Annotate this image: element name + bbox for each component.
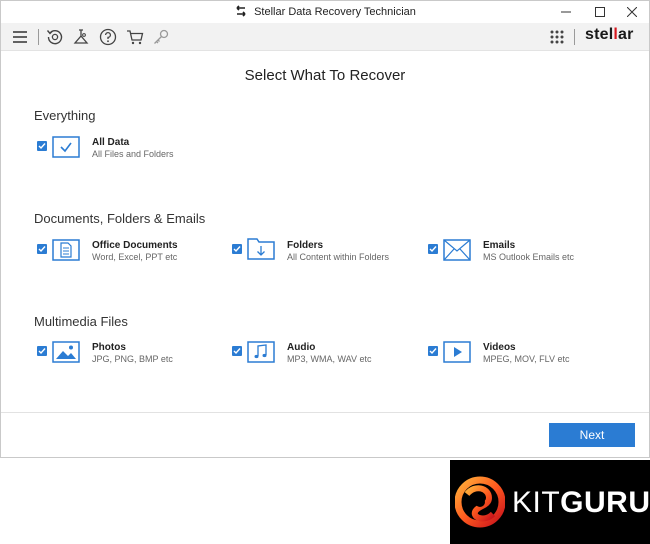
option-description: MP3, WMA, WAV etc	[287, 354, 372, 364]
close-icon	[627, 7, 637, 17]
videos-checkbox[interactable]	[428, 346, 438, 356]
option-videos[interactable]: Videos MPEG, MOV, FLV etc	[428, 341, 608, 371]
footer-divider	[1, 412, 649, 413]
key-icon	[154, 29, 169, 44]
close-button[interactable]	[615, 1, 649, 23]
kitguru-logo-icon	[455, 476, 505, 528]
video-icon	[443, 341, 473, 363]
toolbar-separator	[38, 29, 39, 45]
app-window: Stellar Data Recovery Technician stellar…	[0, 0, 650, 458]
option-all-data[interactable]: All Data All Files and Folders	[37, 136, 197, 166]
help-button[interactable]	[98, 27, 118, 47]
window-title: Stellar Data Recovery Technician	[254, 6, 416, 18]
maximize-icon	[595, 7, 605, 17]
cart-button[interactable]	[125, 27, 145, 47]
maximize-button[interactable]	[583, 1, 617, 23]
app-logo-icon	[234, 5, 248, 17]
all-data-checkbox[interactable]	[37, 141, 47, 151]
option-emails[interactable]: Emails MS Outlook Emails etc	[428, 239, 608, 269]
cart-icon	[127, 30, 144, 45]
option-description: MS Outlook Emails etc	[483, 252, 575, 262]
emails-checkbox[interactable]	[428, 244, 438, 254]
kitguru-wordmark: KITGURU	[512, 486, 650, 520]
apps-grid-icon	[550, 30, 564, 44]
email-icon	[443, 239, 473, 261]
apps-grid-button[interactable]	[547, 27, 567, 47]
option-audio[interactable]: Audio MP3, WMA, WAV etc	[232, 341, 412, 371]
kitguru-watermark: KITGURU	[450, 460, 650, 544]
recovery-icon	[46, 29, 63, 45]
section-title-documents: Documents, Folders & Emails	[34, 211, 206, 226]
audio-icon	[247, 341, 277, 363]
menu-icon	[13, 31, 27, 43]
section-title-multimedia: Multimedia Files	[34, 314, 128, 329]
option-label: Photos	[92, 342, 126, 353]
tools-icon	[73, 29, 89, 44]
minimize-icon	[561, 11, 571, 13]
activation-key-button[interactable]	[151, 27, 171, 47]
recovery-button[interactable]	[45, 27, 65, 47]
option-description: JPG, PNG, BMP etc	[92, 354, 173, 364]
office-documents-checkbox[interactable]	[37, 244, 47, 254]
minimize-button[interactable]	[549, 1, 583, 23]
title-bar: Stellar Data Recovery Technician	[1, 1, 649, 23]
option-description: Word, Excel, PPT etc	[92, 252, 178, 262]
option-label: Emails	[483, 240, 516, 251]
logo-text-suffix: ar	[618, 26, 634, 43]
kitguru-text-kit: KIT	[512, 486, 561, 519]
help-icon	[99, 28, 117, 46]
option-label: Office Documents	[92, 240, 178, 251]
option-label: Videos	[483, 342, 516, 353]
option-folders[interactable]: Folders All Content within Folders	[232, 238, 412, 269]
menu-button[interactable]	[10, 27, 30, 47]
folder-icon	[247, 238, 277, 261]
photo-icon	[52, 341, 82, 363]
audio-checkbox[interactable]	[232, 346, 242, 356]
option-description: All Files and Folders	[92, 149, 174, 159]
toolbar: stellar	[1, 23, 649, 51]
toolbar-separator	[574, 29, 575, 45]
option-description: All Content within Folders	[287, 252, 390, 262]
option-office-documents[interactable]: Office Documents Word, Excel, PPT etc	[37, 239, 217, 269]
option-label: All Data	[92, 137, 130, 148]
logo-text-prefix: stel	[585, 26, 614, 43]
tools-button[interactable]	[71, 27, 91, 47]
folders-checkbox[interactable]	[232, 244, 242, 254]
photos-checkbox[interactable]	[37, 346, 47, 356]
option-label: Audio	[287, 342, 316, 353]
stellar-logo: stellar	[585, 26, 634, 44]
option-photos[interactable]: Photos JPG, PNG, BMP etc	[37, 341, 217, 371]
all-data-icon	[52, 136, 82, 158]
kitguru-text-guru: GURU	[560, 486, 650, 519]
page-title: Select What To Recover	[244, 67, 406, 84]
next-button[interactable]: Next	[549, 423, 635, 447]
section-title-everything: Everything	[34, 108, 96, 123]
option-label: Folders	[287, 240, 324, 251]
document-icon	[52, 239, 82, 261]
option-description: MPEG, MOV, FLV etc	[483, 354, 570, 364]
